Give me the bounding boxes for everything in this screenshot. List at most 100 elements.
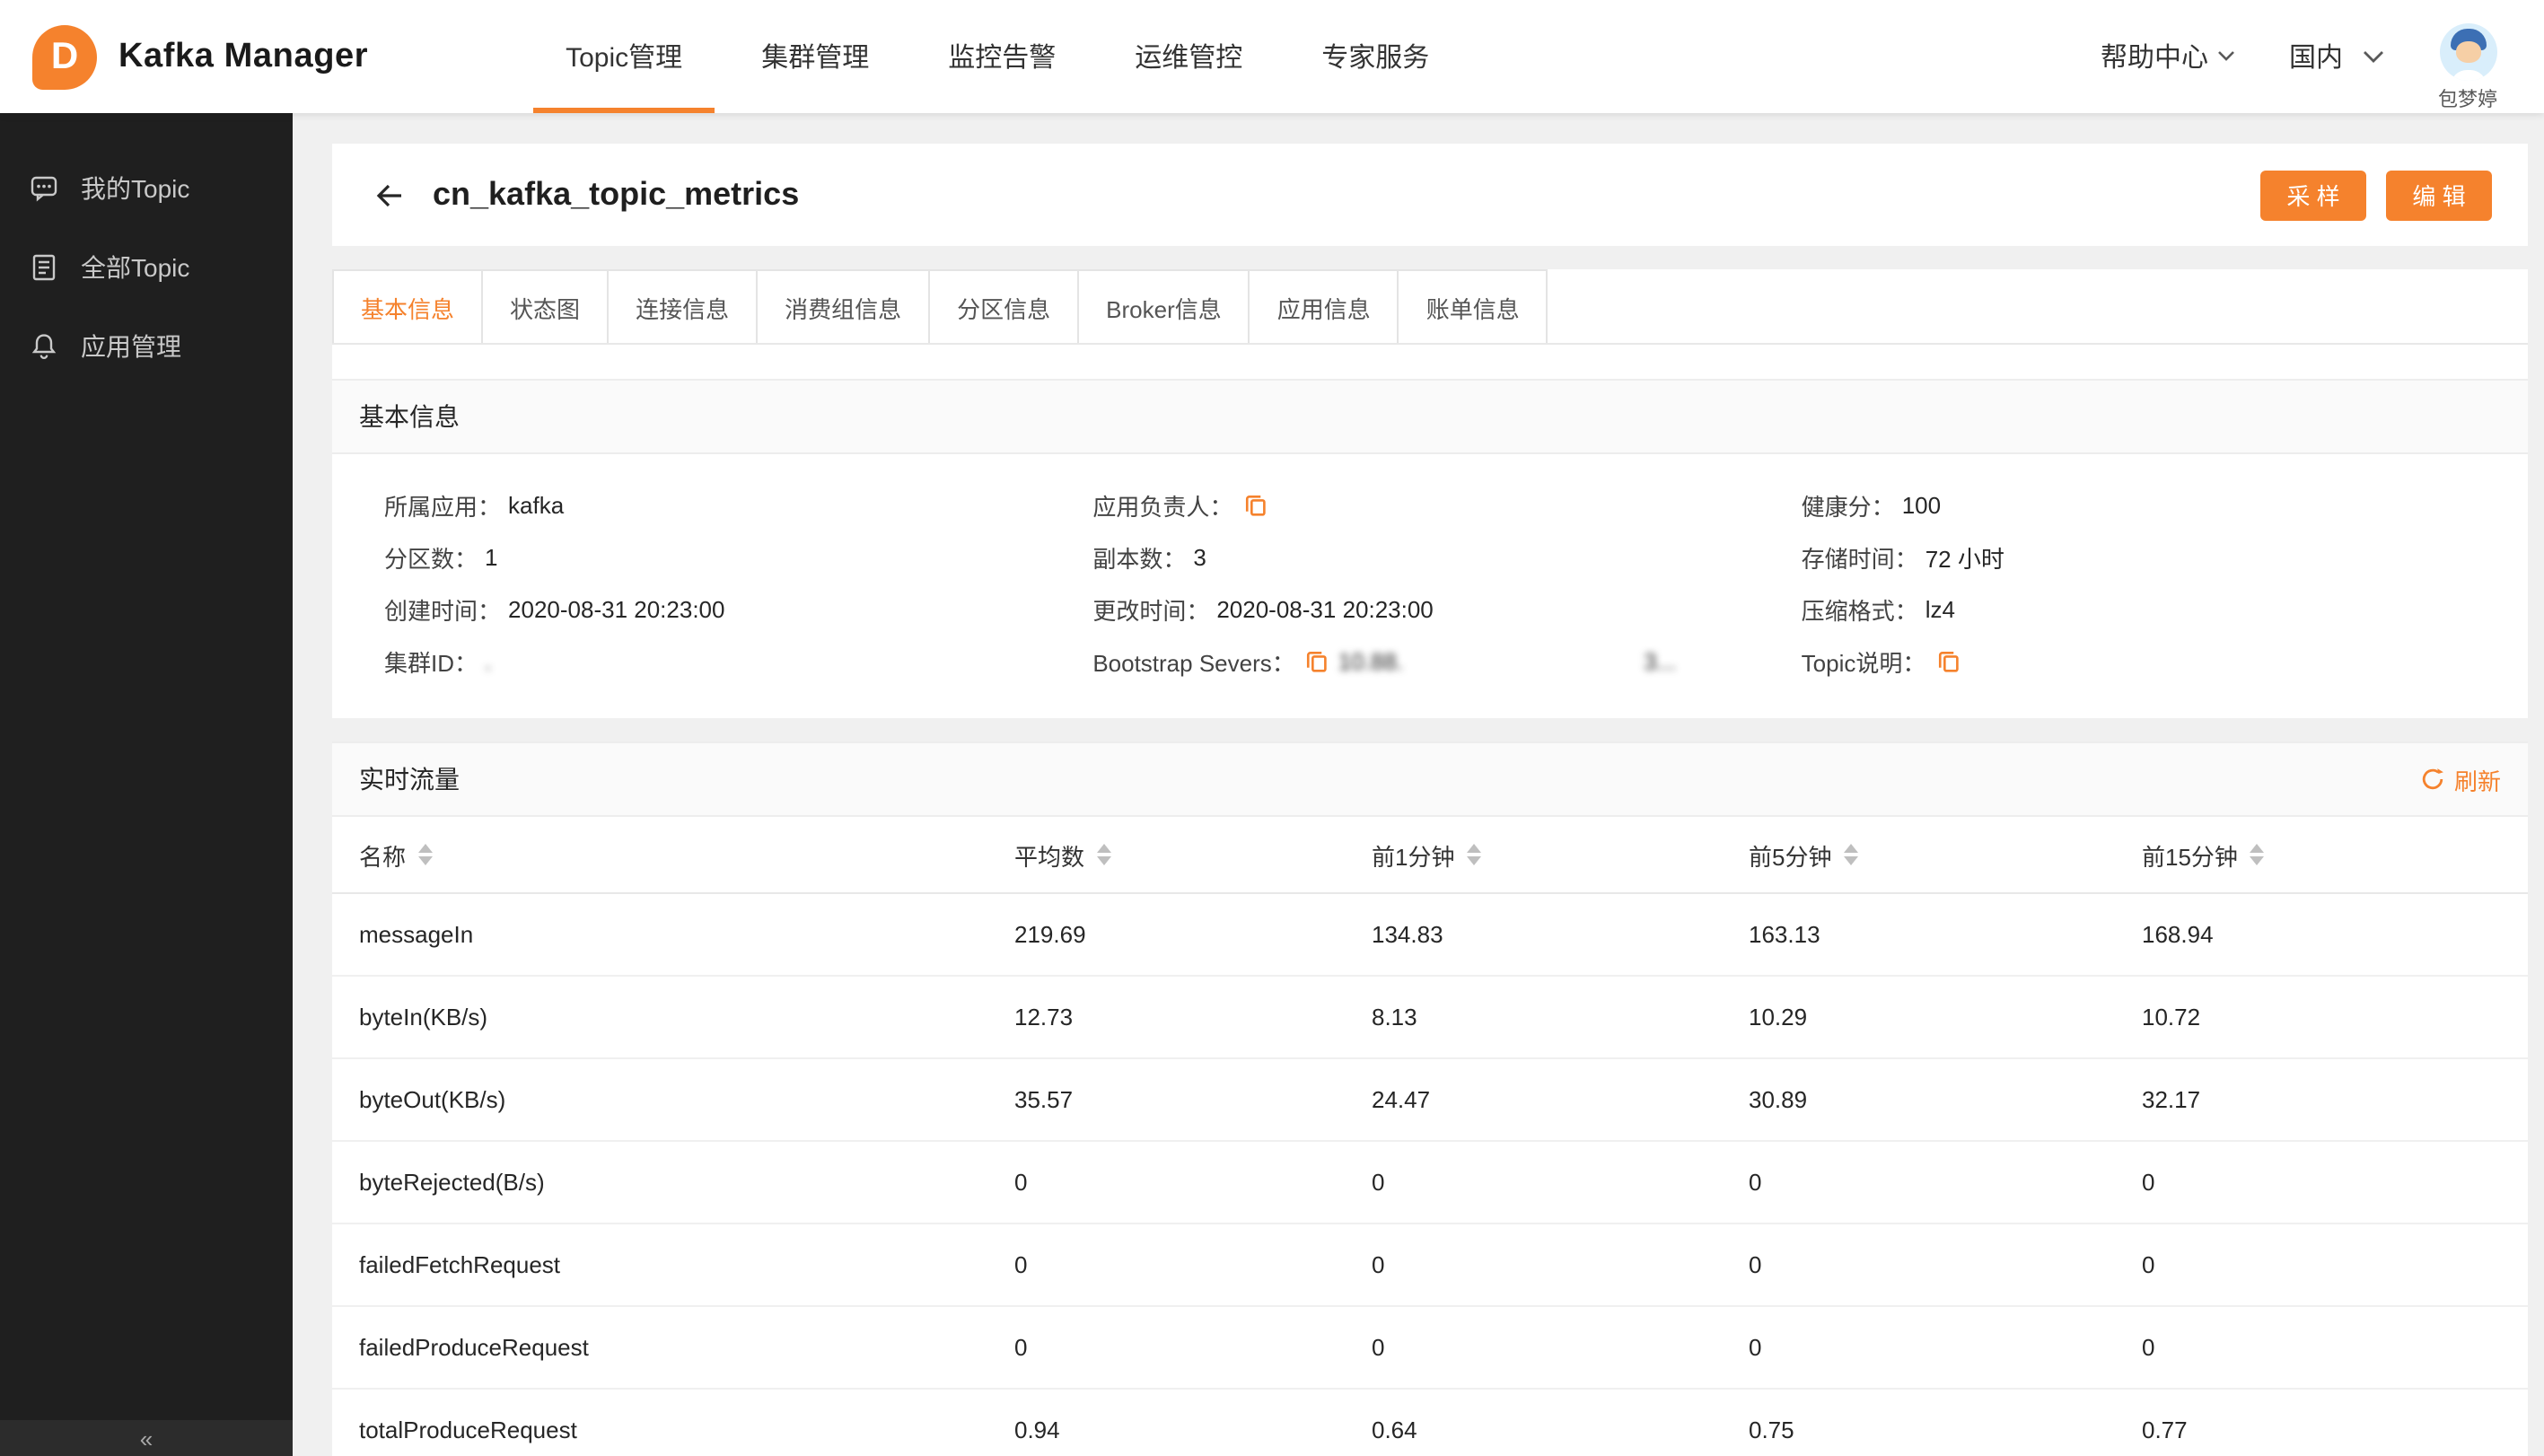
cell-metric-name: byteOut(KB/s) [359,1086,506,1113]
copy-icon[interactable] [1241,491,1268,518]
sample-button[interactable]: 采 样 [2260,170,2366,220]
field-label: 更改时间： [1092,597,1210,624]
field-label: Topic说明： [1801,649,1926,676]
cell-value: 0.64 [1372,1417,1417,1443]
basic-info-grid: 所属应用： kafka 应用负责人： 健康分： 100 分区数： 1 副本数： … [332,454,2528,718]
table-row: totalProduceRequest 0.94 0.64 0.75 0.77 [332,1390,2528,1456]
realtime-traffic-card: 实时流量 刷新 名称 平均数 前1分钟 前5分钟 前15分钟 messageIn… [332,741,2528,1456]
column-header-name[interactable]: 名称 [359,838,1014,872]
app-window: D Kafka Manager Topic管理 集群管理 监控告警 运维管控 专… [0,0,2544,1456]
cell-value: 24.47 [1372,1086,1431,1113]
field-partition-count: 分区数： 1 [384,539,1092,575]
tab-basic-info[interactable]: 基本信息 [332,269,484,343]
chat-icon [31,176,57,202]
nav-item-cluster[interactable]: 集群管理 [722,0,908,113]
field-label: 副本数： [1092,545,1187,572]
main-content: cn_kafka_topic_metrics 采 样 编 辑 基本信息 状态图 … [293,113,2544,1456]
field-value: kafka [508,491,565,518]
field-label: 应用负责人： [1092,493,1233,520]
field-value: 1 [485,543,498,570]
sidebar-menu: 我的Topic 全部Topic 应用管理 [0,113,293,386]
nav-item-expert[interactable]: 专家服务 [1282,0,1469,113]
field-value-redacted: . [485,647,492,674]
field-compression-format: 压缩格式： lz4 [1802,591,2510,627]
section-title: 基本信息 [359,402,460,431]
nav-item-ops[interactable]: 运维管控 [1095,0,1282,113]
sidebar-item-my-topic[interactable]: 我的Topic [0,149,293,228]
back-button[interactable] [368,173,411,216]
sidebar-item-label: 应用管理 [81,332,181,361]
tab-connection-info[interactable]: 连接信息 [607,269,759,343]
tab-consumer-group-info[interactable]: 消费组信息 [756,269,931,343]
cell-value: 0 [1014,1251,1028,1278]
cell-value: 0 [1014,1334,1028,1361]
sidebar-collapse-button[interactable]: « [0,1420,293,1456]
cell-metric-name: byteIn(KB/s) [359,1004,488,1031]
cell-value: 0 [1372,1251,1385,1278]
chevron-down-icon [2364,50,2383,62]
edit-button[interactable]: 编 辑 [2386,170,2492,220]
field-retention-time: 存储时间： 72 小时 [1802,539,2510,575]
sort-icon [1467,844,1482,865]
table-row: byteOut(KB/s) 35.57 24.47 30.89 32.17 [332,1059,2528,1142]
cell-metric-name: failedProduceRequest [359,1334,589,1361]
refresh-icon [2422,768,2443,790]
copy-icon[interactable] [1934,647,1961,674]
column-header-last1min[interactable]: 前1分钟 [1372,838,1749,872]
field-label: 集群ID： [384,649,478,676]
field-value: 2020-08-31 20:23:00 [1216,595,1434,622]
region-dropdown[interactable]: 国内 [2289,38,2384,75]
field-label: 创建时间： [384,597,502,624]
cell-value: 10.29 [1749,1004,1808,1031]
detail-tabs: 基本信息 状态图 连接信息 消费组信息 分区信息 Broker信息 应用信息 账… [332,269,2528,345]
collapse-icon: « [139,1425,154,1452]
tab-partition-info[interactable]: 分区信息 [928,269,1080,343]
field-value-redacted: 3... [1644,647,1677,674]
table-row: messageIn 219.69 134.83 163.13 168.94 [332,894,2528,977]
help-center-dropdown[interactable]: 帮助中心 [2101,38,2235,75]
cell-value: 30.89 [1749,1086,1808,1113]
sidebar-item-all-topic[interactable]: 全部Topic [0,228,293,307]
page-actions: 采 样 编 辑 [2260,170,2492,220]
app-logo-icon: D [32,24,97,89]
field-health-score: 健康分： 100 [1802,487,2510,522]
field-value: 2020-08-31 20:23:00 [508,595,725,622]
cell-value: 8.13 [1372,1004,1417,1031]
column-header-last5min[interactable]: 前5分钟 [1749,838,2142,872]
back-arrow-icon [376,183,401,206]
main-nav: Topic管理 集群管理 监控告警 运维管控 专家服务 [526,0,1469,113]
tab-billing-info[interactable]: 账单信息 [1397,269,1548,343]
cell-value: 0 [1749,1251,1762,1278]
column-header-avg[interactable]: 平均数 [1014,838,1372,872]
cell-value: 0 [1372,1169,1385,1196]
tab-status-chart[interactable]: 状态图 [481,269,610,343]
field-cluster-id: 集群ID： . [384,643,1092,679]
refresh-button[interactable]: 刷新 [2420,762,2501,796]
cell-value: 0.77 [2142,1417,2188,1443]
field-modify-time: 更改时间： 2020-08-31 20:23:00 [1092,591,1801,627]
tab-broker-info[interactable]: Broker信息 [1077,269,1250,343]
column-header-last15min[interactable]: 前15分钟 [2142,838,2528,872]
field-value-redacted: 10.88. [1338,647,1404,674]
basic-info-section-header: 基本信息 [332,379,2528,454]
column-label: 前1分钟 [1372,843,1455,870]
field-app-owner: 应用负责人： [1092,487,1801,522]
tab-app-info[interactable]: 应用信息 [1248,269,1399,343]
sort-icon [418,844,434,865]
copy-icon[interactable] [1304,647,1331,674]
cell-value: 0 [2142,1334,2155,1361]
sidebar-item-label: 全部Topic [81,253,190,282]
left-sidebar: 我的Topic 全部Topic 应用管理 « [0,113,293,1456]
nav-item-monitor[interactable]: 监控告警 [908,0,1095,113]
field-create-time: 创建时间： 2020-08-31 20:23:00 [384,591,1092,627]
sidebar-item-label: 我的Topic [81,174,190,203]
table-row: byteRejected(B/s) 0 0 0 0 [332,1142,2528,1224]
nav-item-topic[interactable]: Topic管理 [526,0,722,113]
column-label: 前5分钟 [1749,843,1832,870]
avatar [2439,22,2496,80]
user-menu[interactable]: 包梦婷 [2438,22,2497,112]
field-owning-app: 所属应用： kafka [384,487,1092,522]
field-label: Bootstrap Severs： [1092,649,1295,676]
sidebar-item-app-management[interactable]: 应用管理 [0,307,293,386]
field-value: 100 [1901,491,1942,518]
